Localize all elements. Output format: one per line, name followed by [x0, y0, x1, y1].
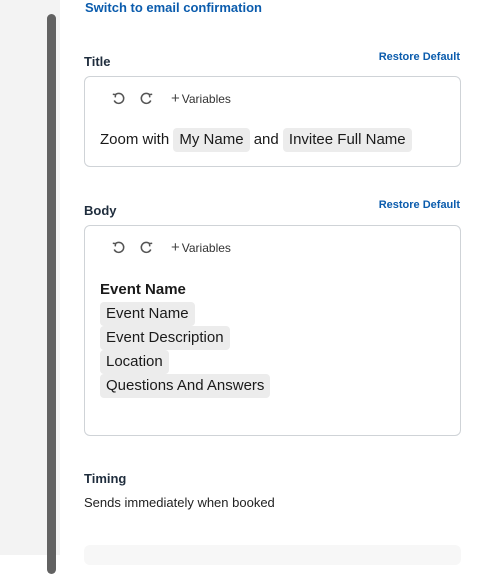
title-restore-default-link[interactable]: Restore Default: [379, 51, 460, 63]
body-editor[interactable]: + Variables Event Name Event Name Event …: [84, 225, 461, 436]
variable-chip-event-name[interactable]: Event Name: [100, 302, 195, 326]
redo-icon[interactable]: [138, 240, 154, 256]
variables-label: Variables: [181, 241, 231, 255]
title-editor[interactable]: + Variables Zoom with My Name and Invite…: [84, 76, 461, 167]
switch-to-email-confirmation-link[interactable]: Switch to email confirmation: [85, 0, 262, 15]
body-restore-default-link[interactable]: Restore Default: [379, 199, 460, 211]
timing-description: Sends immediately when booked: [84, 495, 275, 510]
title-variables-button[interactable]: + Variables: [171, 90, 231, 107]
body-heading: Event Name: [100, 281, 186, 298]
variables-label: Variables: [181, 92, 231, 106]
variable-chip-event-description[interactable]: Event Description: [100, 326, 230, 350]
title-editor-toolbar: + Variables: [111, 90, 231, 108]
body-editor-content[interactable]: Event Name Event Name Event Description …: [100, 278, 271, 398]
body-variables-button[interactable]: + Variables: [171, 239, 231, 256]
variable-chip-location[interactable]: Location: [100, 350, 169, 374]
plus-icon: +: [171, 90, 180, 107]
undo-icon[interactable]: [111, 91, 127, 107]
title-text-prefix: Zoom with: [100, 131, 170, 148]
title-label: Title: [84, 54, 111, 69]
plus-icon: +: [171, 239, 180, 256]
timing-label: Timing: [84, 471, 127, 486]
title-text-middle: and: [253, 131, 279, 148]
scrollbar[interactable]: [47, 14, 56, 574]
body-editor-toolbar: + Variables: [111, 239, 231, 257]
variable-chip-invitee-full-name[interactable]: Invitee Full Name: [282, 128, 412, 152]
variable-chip-my-name[interactable]: My Name: [173, 128, 250, 152]
undo-icon[interactable]: [111, 240, 127, 256]
variable-chip-questions-and-answers[interactable]: Questions And Answers: [100, 374, 271, 398]
body-label: Body: [84, 203, 117, 218]
title-editor-content[interactable]: Zoom with My Name and Invitee Full Name: [100, 128, 412, 152]
next-section-box: [84, 545, 461, 565]
redo-icon[interactable]: [138, 91, 154, 107]
